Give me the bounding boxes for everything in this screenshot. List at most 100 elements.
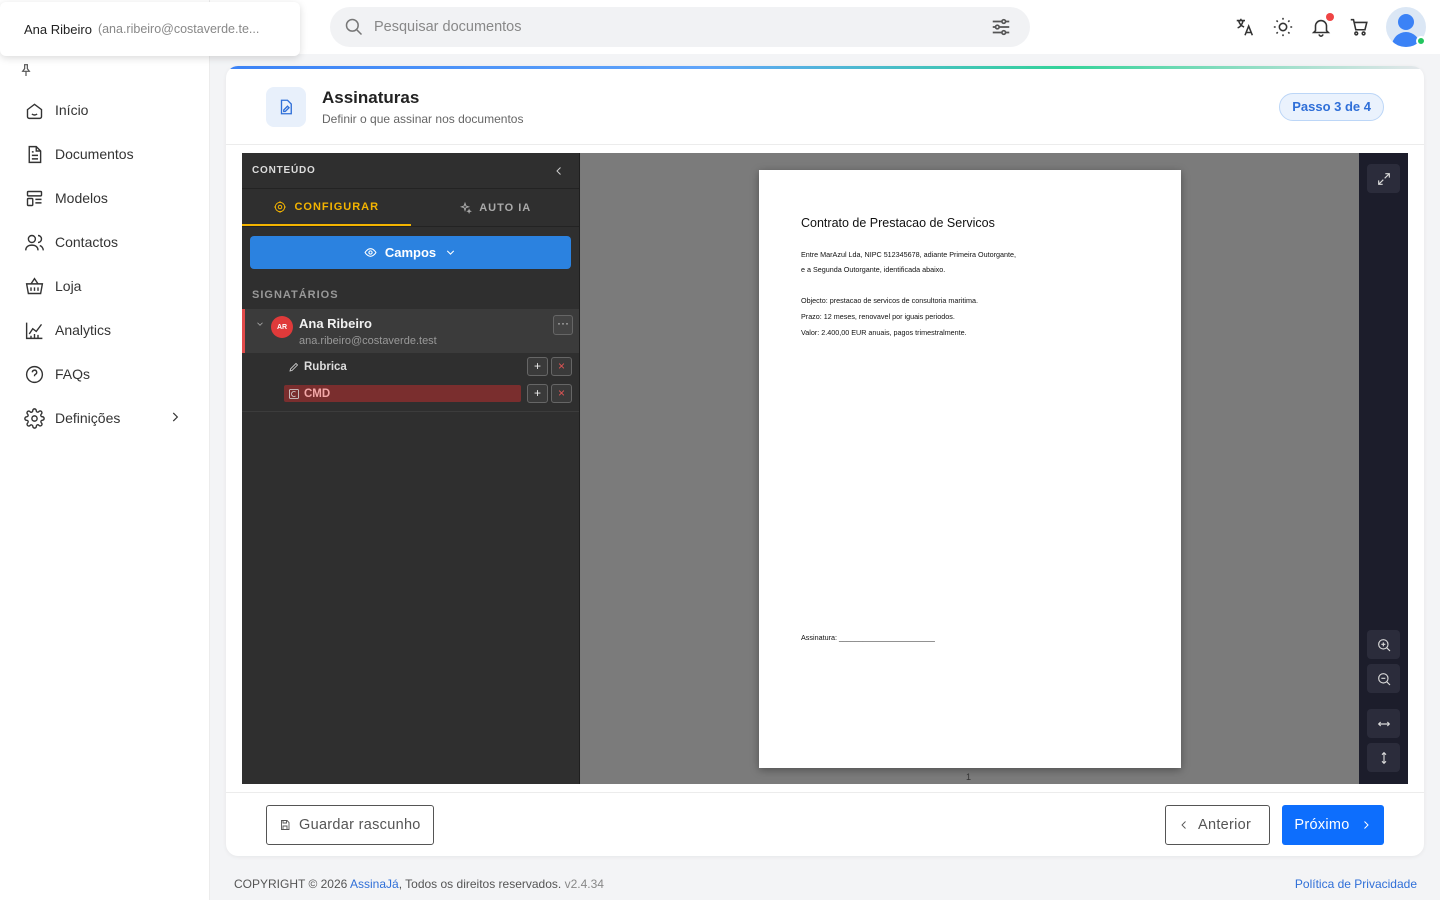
tab-auto-ia[interactable]: AUTO IA: [411, 189, 580, 226]
sidebar-item-documentos[interactable]: Documentos: [0, 132, 210, 176]
pen-icon: [289, 362, 299, 372]
collapse-panel-icon[interactable]: [553, 165, 565, 177]
save-icon: [281, 820, 290, 830]
save-draft-label: Guardar rascunho: [299, 817, 421, 833]
divider: [242, 411, 579, 412]
sidebar-item-analytics[interactable]: Analytics: [0, 308, 210, 352]
settings-icon: [274, 200, 287, 213]
sidebar-item-modelos[interactable]: Modelos: [0, 176, 210, 220]
viewer-toolbar: [1359, 153, 1408, 784]
previous-button[interactable]: Anterior: [1165, 805, 1270, 845]
signer-name: Ana Ribeiro: [299, 316, 372, 331]
signature-doc-icon: [266, 87, 306, 127]
zoom-in-button[interactable]: [1367, 630, 1400, 659]
chevron-down-icon[interactable]: [255, 319, 265, 329]
theme-sun-icon[interactable]: [1272, 16, 1294, 38]
eye-icon: [364, 248, 377, 257]
fit-width-button[interactable]: [1367, 709, 1400, 738]
next-button[interactable]: Próximo: [1282, 805, 1384, 845]
next-label: Próximo: [1294, 817, 1350, 833]
campos-label: Campos: [384, 245, 437, 260]
chevron-right-icon: [172, 412, 179, 422]
remove-field-button[interactable]: ×: [551, 384, 572, 403]
sidebar-item-label: Modelos: [55, 190, 108, 206]
search-icon: [345, 18, 363, 36]
sidebar-item-faqs[interactable]: FAQs: [0, 352, 210, 396]
document-line: e a Segunda Outorgante, identificada aba…: [801, 265, 946, 274]
cart-icon[interactable]: [1348, 16, 1370, 38]
avatar-head: [1398, 14, 1414, 30]
sidebar-item-label: Analytics: [55, 322, 112, 338]
field-label: CMD: [304, 387, 331, 400]
sidebar-item-label: Contactos: [55, 234, 119, 250]
sidebar-item-label: Início: [55, 102, 89, 118]
signer-initials-badge: AR: [271, 316, 293, 338]
campos-dropdown-button[interactable]: Campos: [250, 236, 571, 269]
signer-email: ana.ribeiro@costaverde.test: [299, 335, 437, 347]
zoom-out-button[interactable]: [1367, 664, 1400, 693]
fit-height-button[interactable]: [1367, 743, 1400, 772]
content-panel-title: CONTEÚDO: [252, 165, 316, 176]
tab-configurar[interactable]: CONFIGURAR: [242, 189, 411, 226]
search-input[interactable]: [374, 19, 974, 35]
help-icon: [25, 365, 44, 383]
page-title: Assinaturas: [322, 88, 420, 107]
topbar: [210, 0, 1440, 54]
version-text: v2.4.34: [564, 877, 604, 891]
contacts-icon: [25, 234, 44, 250]
copyright-text: COPYRIGHT © 2026: [234, 877, 350, 891]
privacy-policy-link[interactable]: Política de Privacidade: [1295, 877, 1417, 891]
sidebar-nav: Início Documentos Modelos Contactos Loja…: [0, 88, 210, 440]
save-draft-button[interactable]: Guardar rascunho: [266, 805, 434, 845]
brand-link[interactable]: AssinaJá: [350, 877, 399, 891]
signers-section-label: SIGNATÁRIOS: [252, 289, 339, 301]
translate-icon[interactable]: [1234, 16, 1256, 38]
sidebar-item-contactos[interactable]: Contactos: [0, 220, 210, 264]
document-viewer: Contrato de Prestacao de Servicos Entre …: [581, 153, 1359, 784]
field-cmd[interactable]: CMD: [284, 385, 521, 402]
sidebar-item-inicio[interactable]: Início: [0, 88, 210, 132]
add-field-button[interactable]: +: [527, 384, 548, 403]
card-header: Assinaturas Definir o que assinar nos do…: [226, 69, 1424, 145]
gear-icon: [24, 407, 45, 429]
field-rubrica[interactable]: Rubrica: [284, 358, 347, 375]
page-subtitle: Definir o que assinar nos documentos: [322, 112, 524, 126]
document-line: Prazo: 12 meses, renovavel por iguais pe…: [801, 312, 955, 321]
rights-text: , Todos os direitos reservados.: [398, 877, 562, 891]
pin-icon[interactable]: [18, 62, 34, 78]
field-label: Rubrica: [304, 360, 347, 373]
signer-row[interactable]: AR Ana Ribeiro ana.ribeiro@costaverde.te…: [242, 309, 579, 353]
document-line: Entre MarAzul Lda, NIPC 512345678, adian…: [801, 250, 1016, 259]
chart-icon: [25, 322, 43, 339]
page-footer: COPYRIGHT © 2026 AssinaJá, Todos os dire…: [234, 877, 604, 891]
filter-icon[interactable]: [990, 16, 1012, 38]
sidebar-item-label: Loja: [55, 278, 82, 294]
chevron-right-icon: [1363, 821, 1369, 829]
document-line: Objecto: prestacao de servicos de consul…: [801, 296, 978, 305]
chevron-left-icon: [1181, 821, 1186, 829]
card-footer: Guardar rascunho Anterior Próximo: [226, 792, 1424, 856]
content-panel-header: CONTEÚDO: [242, 153, 579, 189]
fullscreen-button[interactable]: [1367, 164, 1400, 193]
signature-line: Assinatura: ________________________: [801, 633, 935, 642]
content-tabs: CONFIGURAR AUTO IA: [242, 189, 579, 227]
field-row-rubrica: Rubrica + ×: [242, 353, 579, 380]
notification-dot: [1326, 13, 1334, 21]
add-field-button[interactable]: +: [527, 357, 548, 376]
zoom-out-icon: [1377, 672, 1390, 685]
remove-field-button[interactable]: ×: [551, 357, 572, 376]
user-chip[interactable]: Ana Ribeiro (ana.ribeiro@costaverde.te..…: [0, 2, 300, 56]
signer-more-button[interactable]: ···: [553, 315, 573, 335]
template-icon: [26, 190, 43, 206]
zoom-in-icon: [1377, 638, 1390, 651]
bell-icon[interactable]: [1310, 13, 1334, 38]
document-page[interactable]: Contrato de Prestacao de Servicos Entre …: [759, 170, 1181, 768]
online-status-dot: [1416, 36, 1426, 46]
sidebar: Ana Ribeiro (ana.ribeiro@costaverde.te..…: [0, 0, 300, 900]
sidebar-item-definicoes[interactable]: Definições: [0, 396, 210, 440]
sidebar-item-loja[interactable]: Loja: [0, 264, 210, 308]
basket-icon: [25, 276, 44, 294]
cmd-key-icon: [289, 388, 299, 399]
user-name: Ana Ribeiro: [24, 21, 92, 37]
page-number: 1: [966, 772, 972, 782]
